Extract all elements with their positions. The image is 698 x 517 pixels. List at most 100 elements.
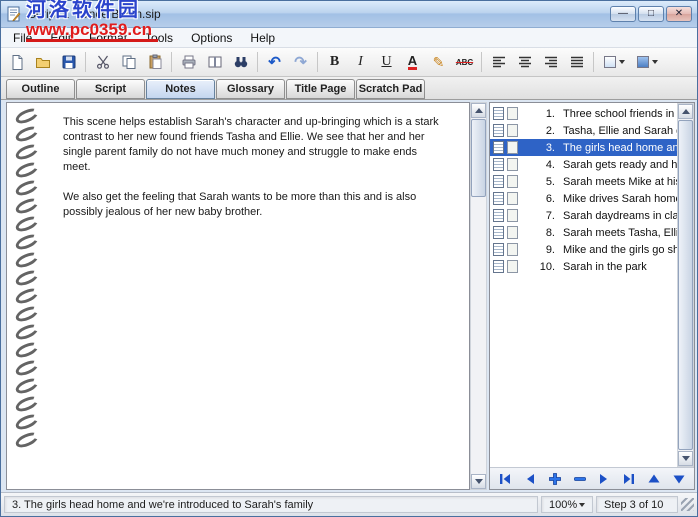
menubar: File Edit Format Tools Options Help [1,28,697,48]
nav-add-button[interactable] [546,471,564,487]
scroll-track[interactable] [678,119,693,451]
nav-move-up-button[interactable] [645,471,663,487]
highlight-button[interactable]: ✎ [426,50,451,74]
notes-scrollbar[interactable] [470,102,487,490]
scene-list-item-selected[interactable]: 3. The girls head home and we [490,139,677,156]
scene-list-scrollbar[interactable] [677,103,694,467]
color-swatch-icon [604,56,616,68]
tab-notes[interactable]: Notes [146,79,215,99]
menu-file[interactable]: File [4,29,41,47]
scene-note-icon [507,141,518,154]
underline-icon: U [381,54,391,70]
find-button[interactable] [228,50,253,74]
nav-first-button[interactable] [496,471,514,487]
scene-list-item[interactable]: 5. Sarah meets Mike at his hou [490,173,677,190]
scene-list-item[interactable]: 9. Mike and the girls go shoppi [490,241,677,258]
scene-number: 9. [521,244,555,256]
spiral-ring [14,340,41,361]
toolbar-separator [85,52,86,72]
scene-note-icon [507,175,518,188]
fill-color-dropdown[interactable] [598,50,630,74]
nav-previous-button[interactable] [521,471,539,487]
next-record-icon [597,472,611,486]
scene-list-item[interactable]: 2. Tasha, Ellie and Sarah go sh [490,122,677,139]
scroll-down-button[interactable] [678,451,693,466]
spiral-ring [14,358,41,379]
scroll-track[interactable] [471,118,486,474]
print-button[interactable] [176,50,201,74]
open-button[interactable] [30,50,55,74]
align-center-button[interactable] [512,50,537,74]
style-dropdown[interactable] [631,50,663,74]
tab-outline[interactable]: Outline [6,79,75,99]
scene-title: Sarah in the park [563,261,647,273]
scroll-thumb[interactable] [678,120,693,450]
tab-scratch-pad[interactable]: Scratch Pad [356,79,425,99]
notes-editor[interactable]: This scene helps establish Sarah's chara… [51,103,469,489]
copy-button[interactable] [116,50,141,74]
nav-remove-button[interactable] [571,471,589,487]
tab-title-page[interactable]: Title Page [286,79,355,99]
align-justify-button[interactable] [564,50,589,74]
scroll-down-button[interactable] [471,474,486,489]
arrow-down-icon [475,479,483,484]
remove-scene-icon [573,472,587,486]
menu-edit[interactable]: Edit [41,29,80,47]
underline-button[interactable]: U [374,50,399,74]
printer-icon [181,54,197,70]
scene-list-item[interactable]: 8. Sarah meets Tasha, Ellie an [490,224,677,241]
toolbar-separator [593,52,594,72]
cut-button[interactable] [90,50,115,74]
align-left-button[interactable] [486,50,511,74]
scene-title: Sarah meets Mike at his hou [563,176,677,188]
scene-list-item[interactable]: 1. Three school friends in a par [490,105,677,122]
spiral-ring [14,160,41,181]
titlebar[interactable]: Script It - Once Bitten.sip — □ ✕ [1,1,697,28]
spiral-ring [14,142,41,163]
minimize-button[interactable]: — [610,6,636,22]
zoom-dropdown[interactable]: 100% [541,496,593,513]
tab-script[interactable]: Script [76,79,145,99]
align-right-button[interactable] [538,50,563,74]
scene-list-item[interactable]: 6. Mike drives Sarah home [490,190,677,207]
menu-options[interactable]: Options [182,29,241,47]
font-color-button[interactable]: A [400,50,425,74]
paste-button[interactable] [142,50,167,74]
tab-glossary[interactable]: Glossary [216,79,285,99]
bold-icon: B [330,54,339,70]
italic-button[interactable]: I [348,50,373,74]
undo-icon: ↶ [268,53,281,71]
scroll-thumb[interactable] [471,119,486,197]
strikethrough-button[interactable]: ABC [452,50,477,74]
nav-move-down-button[interactable] [670,471,688,487]
page-view-button[interactable] [202,50,227,74]
nav-next-button[interactable] [596,471,614,487]
scroll-up-button[interactable] [471,103,486,118]
spiral-ring [14,106,41,127]
menu-format[interactable]: Format [80,29,136,47]
redo-icon: ↷ [294,53,307,71]
maximize-button[interactable]: □ [638,6,664,22]
menu-help[interactable]: Help [241,29,284,47]
scene-list-item[interactable]: 7. Sarah daydreams in class [490,207,677,224]
chevron-down-icon [579,503,585,507]
scene-title: Tasha, Ellie and Sarah go sh [563,125,677,137]
chevron-down-icon [619,60,625,64]
save-button[interactable] [56,50,81,74]
close-button[interactable]: ✕ [666,6,692,22]
scroll-up-button[interactable] [678,104,693,119]
new-document-button[interactable] [4,50,29,74]
resize-grip[interactable] [681,498,694,511]
scene-title: Sarah meets Tasha, Ellie an [563,227,677,239]
scene-number: 7. [521,210,555,222]
scene-number: 10. [521,261,555,273]
bold-button[interactable]: B [322,50,347,74]
undo-button[interactable]: ↶ [262,50,287,74]
nav-last-button[interactable] [620,471,638,487]
scene-note-icon [507,209,518,222]
scene-panel: 1. Three school friends in a par 2. Tash… [489,102,695,490]
menu-tools[interactable]: Tools [136,29,182,47]
redo-button[interactable]: ↷ [288,50,313,74]
scene-list-item[interactable]: 10. Sarah in the park [490,258,677,275]
scene-list-item[interactable]: 4. Sarah gets ready and heads [490,156,677,173]
